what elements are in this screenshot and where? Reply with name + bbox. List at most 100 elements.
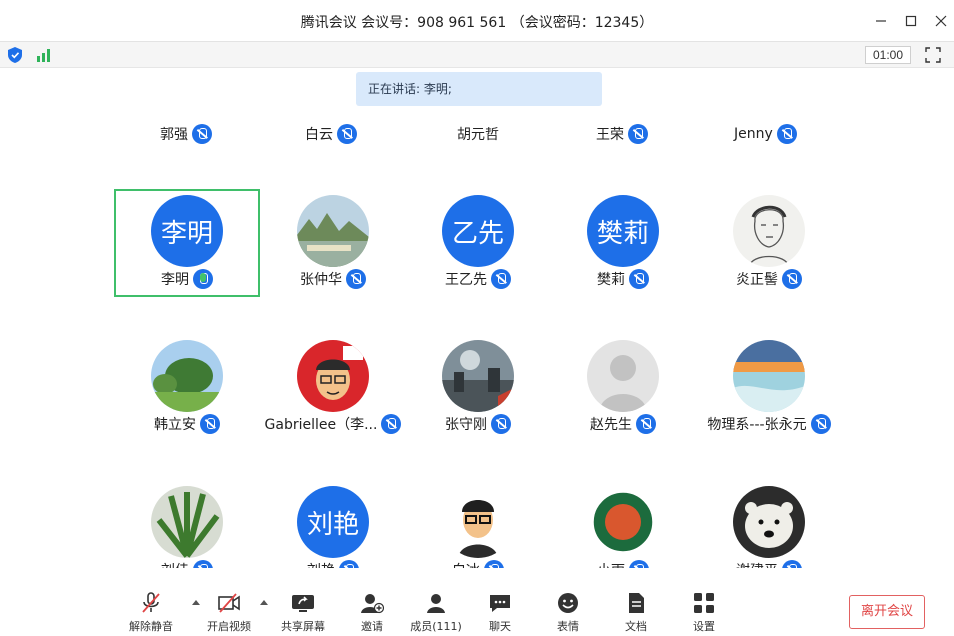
participant-tile[interactable]: 刘佳: [114, 480, 260, 568]
participant-tile[interactable]: 刘艳 刘艳: [260, 480, 406, 568]
avatar: [733, 340, 805, 412]
participant-name: 小雨: [597, 560, 625, 568]
avatar: [587, 486, 659, 558]
mic-muted-icon[interactable]: [628, 124, 648, 144]
mic-muted-icon[interactable]: [491, 414, 511, 434]
mic-active-icon[interactable]: [193, 269, 213, 289]
minimize-icon: [876, 20, 886, 22]
mic-muted-icon[interactable]: [346, 269, 366, 289]
avatar: 刘艳: [297, 486, 369, 558]
maximize-icon: [905, 15, 917, 27]
documents-label: 文档: [625, 620, 647, 633]
chat-button[interactable]: 聊天: [470, 588, 530, 634]
add-user-icon: [361, 594, 384, 614]
participant-name: 物理系---张永元: [707, 417, 807, 433]
participant-tile[interactable]: 王荣: [596, 124, 648, 144]
participant-name: 谢建平: [736, 560, 778, 568]
participant-tile[interactable]: 赵先生: [550, 334, 696, 442]
sketch-portrait-icon: [733, 195, 805, 267]
start-video-button[interactable]: 开启视频: [199, 588, 259, 634]
cartoon-photo-icon: [297, 340, 369, 412]
avatar: [151, 486, 223, 558]
members-label: 成员(111): [410, 620, 462, 633]
chat-icon: [490, 595, 510, 612]
participant-tile[interactable]: 物理系---张永元: [696, 334, 842, 442]
participant-tile[interactable]: Jenny: [734, 124, 797, 144]
mic-muted-icon[interactable]: [810, 414, 831, 434]
video-options-caret-icon[interactable]: [260, 600, 268, 605]
participant-tile-active-speaker[interactable]: 李明 李明: [114, 189, 260, 297]
participant-tile[interactable]: 谢建平: [696, 480, 842, 568]
participant-name: 白云: [305, 127, 333, 143]
documents-button[interactable]: 文档: [606, 588, 666, 634]
participant-name: 炎正髻: [736, 272, 778, 288]
mic-muted-icon[interactable]: [629, 269, 649, 289]
shield-icon[interactable]: [8, 47, 22, 63]
participant-name: 王荣: [596, 127, 624, 143]
participant-name: 郭强: [160, 127, 188, 143]
reactions-button[interactable]: 表情: [538, 588, 598, 634]
mic-muted-icon[interactable]: [782, 269, 802, 289]
mic-muted-icon[interactable]: [484, 560, 504, 568]
participant-tile[interactable]: 白云: [305, 124, 357, 144]
participant-name: 刘艳: [307, 560, 335, 568]
signal-strength-icon[interactable]: [36, 48, 52, 62]
participant-name: 张仲华: [300, 272, 342, 288]
landscape-photo-icon: [297, 195, 369, 267]
fullscreen-icon[interactable]: [925, 47, 941, 63]
maximize-button[interactable]: [898, 8, 924, 34]
mic-muted-icon[interactable]: [491, 269, 511, 289]
members-button[interactable]: 成员(111): [406, 588, 466, 634]
participant-name: 白冰: [452, 560, 480, 568]
avatar: 李明: [151, 195, 223, 267]
invite-button[interactable]: 邀请: [342, 588, 402, 634]
mic-muted-icon[interactable]: [629, 560, 649, 568]
unmute-button[interactable]: 解除静音: [121, 588, 181, 634]
emoji-icon: [558, 593, 578, 613]
mic-muted-icon[interactable]: [200, 414, 220, 434]
participant-grid[interactable]: 郭强 白云 胡元哲 王荣 Jenny 李明 李明 张仲华 乙先 王乙先 樊莉 樊…: [0, 108, 954, 568]
participant-tile[interactable]: 胡元哲: [457, 124, 499, 144]
participant-name: 王乙先: [445, 272, 487, 288]
cartoon-glasses-icon: [442, 486, 514, 558]
participant-name: 赵先生: [590, 417, 632, 433]
participant-tile[interactable]: 樊莉 樊莉: [550, 189, 696, 297]
participant-name: 张守刚: [445, 417, 487, 433]
participant-tile[interactable]: 白冰: [405, 480, 551, 568]
meeting-info-bar: 01:00: [0, 42, 954, 68]
participant-tile[interactable]: 韩立安: [114, 334, 260, 442]
plant-photo-icon: [151, 486, 223, 558]
avatar: [297, 195, 369, 267]
participant-tile[interactable]: 炎正髻: [696, 189, 842, 297]
participant-tile[interactable]: 郭强: [160, 124, 212, 144]
participant-name: Gabriellee（李...: [264, 417, 378, 433]
share-screen-button[interactable]: 共享屏幕: [273, 588, 333, 634]
close-button[interactable]: [928, 8, 954, 34]
settings-label: 设置: [693, 620, 715, 633]
settings-button[interactable]: 设置: [674, 588, 734, 634]
mic-muted-icon[interactable]: [636, 414, 656, 434]
mic-muted-icon[interactable]: [782, 560, 802, 568]
avatar: [297, 340, 369, 412]
title-bar: 腾讯会议 会议号：908 961 561 （会议密码：12345）: [0, 0, 954, 42]
participant-name: 刘佳: [161, 560, 189, 568]
leave-meeting-button[interactable]: 离开会议: [849, 595, 925, 629]
avatar: [733, 195, 805, 267]
avatar: [733, 486, 805, 558]
mic-muted-icon[interactable]: [776, 124, 797, 144]
mic-muted-icon[interactable]: [193, 560, 213, 568]
avatar: [442, 486, 514, 558]
start-video-label: 开启视频: [207, 620, 251, 633]
reactions-label: 表情: [557, 620, 579, 633]
members-icon: [427, 594, 445, 613]
park-photo-icon: [151, 340, 223, 412]
mic-muted-icon[interactable]: [337, 124, 357, 144]
invite-label: 邀请: [361, 620, 383, 633]
participant-tile[interactable]: 小雨: [550, 480, 696, 568]
minimize-button[interactable]: [868, 8, 894, 34]
avatar: [151, 340, 223, 412]
mic-muted-icon[interactable]: [339, 560, 359, 568]
video-off-icon: [218, 593, 240, 613]
share-screen-icon: [292, 595, 314, 612]
mic-muted-icon[interactable]: [192, 124, 212, 144]
